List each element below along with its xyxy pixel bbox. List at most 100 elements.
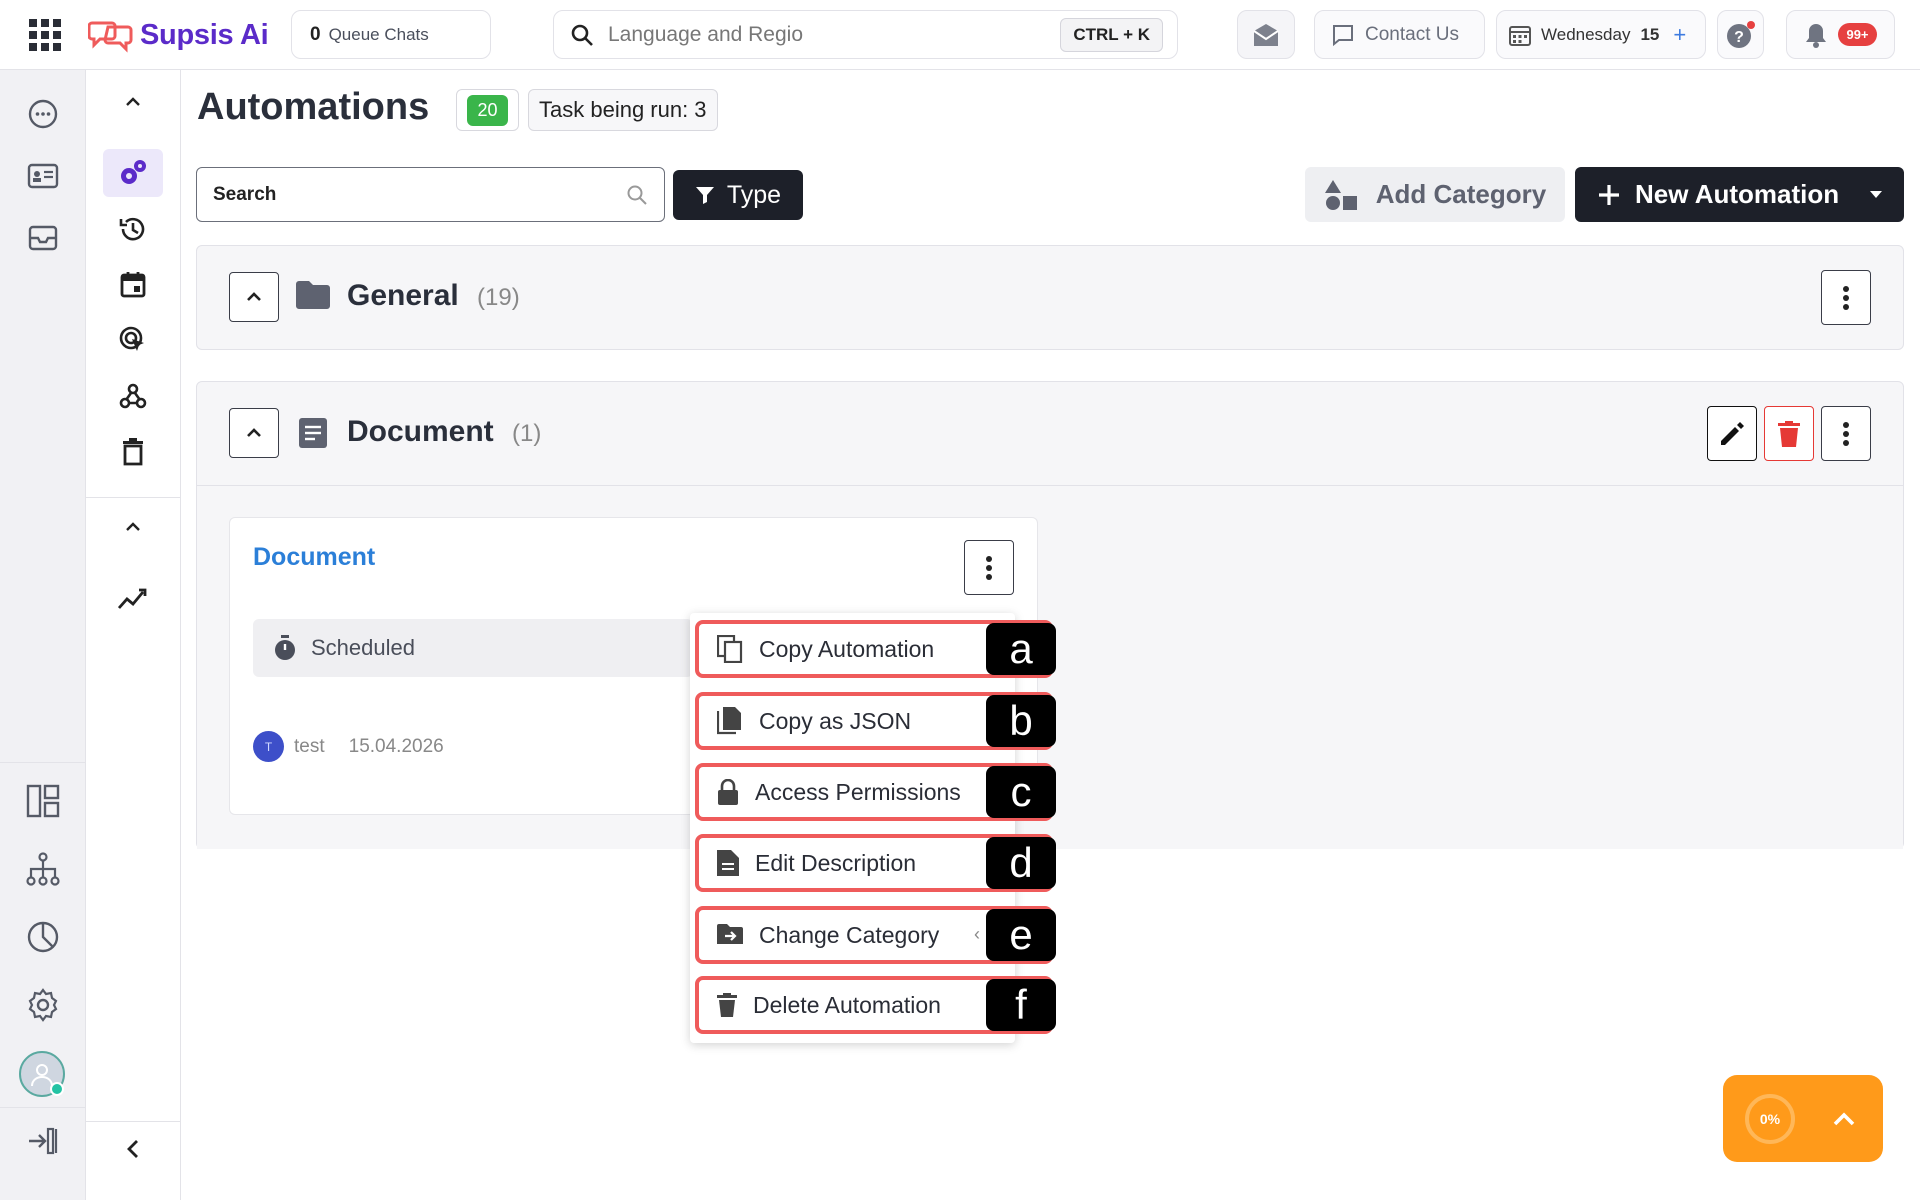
- notifications-button[interactable]: 99+: [1786, 10, 1895, 59]
- calendar-icon: [1509, 25, 1531, 46]
- automation-card-title[interactable]: Document: [253, 543, 375, 572]
- caret-down-icon: [1870, 190, 1882, 198]
- global-search[interactable]: Language and Regio CTRL + K: [553, 10, 1178, 59]
- contact-label: Contact Us: [1365, 23, 1459, 45]
- document-collapse-button[interactable]: [229, 408, 279, 458]
- sidebar-divider: [86, 497, 181, 498]
- edit-category-button[interactable]: [1707, 406, 1757, 461]
- more-vertical-icon: [1843, 285, 1849, 310]
- submenu-chevron-left-icon: ‹: [974, 924, 980, 944]
- bell-icon: [1806, 23, 1827, 48]
- created-date: 15.04.2026: [348, 735, 444, 757]
- chevron-up-icon: [1833, 1111, 1855, 1125]
- plus-icon: [1599, 184, 1619, 205]
- app-logo[interactable]: Supsis Ai: [88, 14, 269, 56]
- global-search-placeholder: Language and Regio: [608, 22, 804, 46]
- annotation-label-d: d: [986, 837, 1056, 889]
- scheduled-status: Scheduled: [253, 619, 693, 677]
- rail-divider: [0, 1107, 86, 1108]
- rail-chats-icon[interactable]: [22, 93, 64, 135]
- queue-chats[interactable]: 0 Queue Chats: [291, 10, 491, 59]
- document-title: Document: [347, 415, 494, 448]
- help-icon: ?: [1726, 20, 1755, 48]
- rail-divider: [0, 762, 86, 763]
- help-button[interactable]: ?: [1717, 10, 1764, 59]
- general-more-button[interactable]: [1821, 270, 1871, 325]
- rail-dashboard-icon[interactable]: [22, 780, 64, 822]
- date-widget[interactable]: Wednesday 15 +: [1496, 10, 1706, 59]
- sidebar-click-target-icon[interactable]: [103, 316, 163, 364]
- shapes-icon: [1324, 179, 1357, 210]
- type-filter-button[interactable]: Type: [673, 170, 803, 220]
- automation-more-button[interactable]: [964, 540, 1014, 595]
- sidebar-divider: [86, 1121, 181, 1122]
- add-category-button[interactable]: Add Category: [1305, 167, 1565, 222]
- trash-icon: [717, 993, 737, 1017]
- shortcut-hint: CTRL + K: [1060, 17, 1163, 52]
- automation-count-badge: 20: [456, 89, 519, 131]
- filter-icon: [695, 187, 714, 204]
- progress-widget[interactable]: 0%: [1723, 1075, 1883, 1162]
- svg-text:?: ?: [1734, 29, 1744, 46]
- new-automation-button[interactable]: New Automation: [1575, 167, 1904, 222]
- add-date-icon[interactable]: +: [1673, 22, 1686, 48]
- collapse-chevron-up-icon-2[interactable]: [103, 503, 163, 551]
- more-vertical-icon: [1843, 421, 1849, 446]
- document-more-button[interactable]: [1821, 406, 1871, 461]
- logo-text: Supsis Ai: [140, 18, 269, 51]
- queue-count: 0: [310, 23, 321, 45]
- sidebar-automations-icon[interactable]: [103, 149, 163, 197]
- pencil-icon: [1721, 421, 1744, 445]
- copy-icon: [717, 635, 743, 663]
- rail-logout-icon[interactable]: [22, 1120, 64, 1162]
- user-initial-avatar: T: [253, 731, 284, 762]
- more-vertical-icon: [986, 555, 992, 580]
- trash-icon: [1778, 420, 1800, 447]
- task-running-badge: Task being run: 3: [528, 89, 718, 131]
- rail-reports-icon[interactable]: [22, 916, 64, 958]
- sidebar-analytics-icon[interactable]: [103, 575, 163, 623]
- sidebar-webhook-icon[interactable]: [103, 372, 163, 420]
- notification-count: 99+: [1838, 23, 1877, 46]
- document-icon: [299, 418, 327, 448]
- rail-hierarchy-icon[interactable]: [22, 848, 64, 890]
- sidebar-trash-icon[interactable]: [103, 428, 163, 476]
- rail-settings-icon[interactable]: [22, 984, 64, 1026]
- folder-icon: [296, 281, 330, 309]
- mail-icon: [1253, 23, 1279, 46]
- logo-chat-icon: [88, 21, 133, 53]
- annotation-label-c: c: [986, 766, 1056, 818]
- search-icon: [627, 185, 647, 205]
- author-name: test: [294, 735, 325, 757]
- automation-meta: T test 15.04.2026: [253, 731, 444, 762]
- mail-button[interactable]: [1237, 10, 1295, 59]
- chat-icon: [1333, 24, 1353, 46]
- page-title: Automations: [197, 86, 430, 128]
- annotation-label-a: a: [986, 623, 1056, 675]
- delete-category-button[interactable]: [1764, 406, 1814, 461]
- sidebar-calendar-icon[interactable]: [103, 260, 163, 308]
- apps-grid-icon[interactable]: [28, 18, 62, 52]
- lock-icon: [718, 779, 738, 805]
- rail-contacts-icon[interactable]: [22, 155, 64, 197]
- collapse-sidebar-chevron-left-icon[interactable]: [103, 1125, 163, 1173]
- search-icon: [571, 24, 593, 46]
- general-title: General: [347, 279, 459, 312]
- chevron-up-icon: [247, 428, 261, 437]
- document-icon: [717, 850, 739, 876]
- search-input[interactable]: [213, 183, 626, 206]
- online-status-dot: [50, 1082, 64, 1096]
- general-count: (19): [477, 284, 520, 311]
- annotation-label-b: b: [986, 695, 1056, 747]
- rail-inbox-icon[interactable]: [22, 217, 64, 259]
- general-collapse-button[interactable]: [229, 272, 279, 322]
- file-copy-icon: [717, 707, 741, 735]
- collapse-chevron-up-icon[interactable]: [103, 78, 163, 126]
- automation-search[interactable]: [196, 167, 665, 222]
- annotation-label-f: f: [986, 979, 1056, 1031]
- sidebar-history-icon[interactable]: [103, 205, 163, 253]
- day-label: Wednesday: [1541, 24, 1631, 44]
- contact-us-button[interactable]: Contact Us: [1314, 10, 1485, 59]
- queue-label: Queue Chats: [328, 24, 429, 44]
- chevron-up-icon: [247, 292, 261, 301]
